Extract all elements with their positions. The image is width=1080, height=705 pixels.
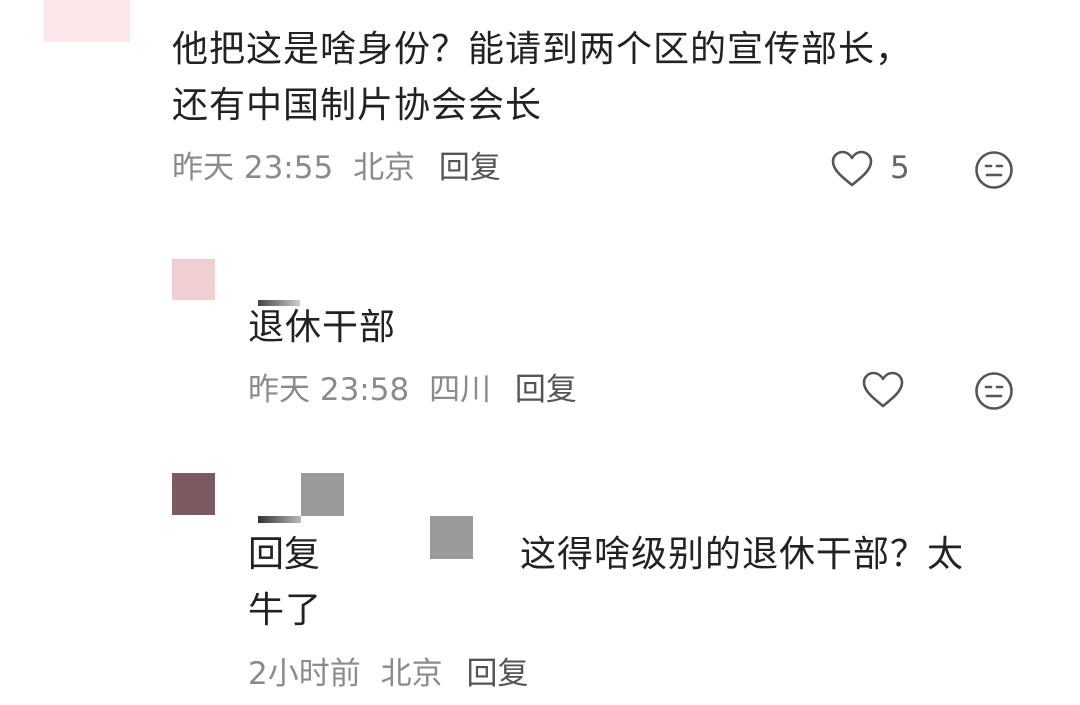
reply-button[interactable]: 回复 bbox=[466, 656, 528, 692]
comment-text-line: 还有中国制片协会会长 bbox=[172, 85, 543, 126]
reply-button[interactable]: 回复 bbox=[515, 372, 577, 408]
username-redacted bbox=[301, 473, 344, 516]
comment-text-line: 牛了 bbox=[248, 590, 323, 631]
comment-text: 退休干部 bbox=[248, 307, 397, 348]
location: 北京 bbox=[353, 150, 416, 186]
reply-button[interactable]: 回复 bbox=[439, 150, 501, 186]
timestamp: 昨天 23:58 bbox=[248, 372, 410, 408]
avatar[interactable] bbox=[44, 0, 130, 42]
heart-outline-icon[interactable] bbox=[861, 370, 905, 410]
comment-text-line: 这得啥级别的退休干部？太 bbox=[520, 534, 965, 575]
comment-meta: 昨天 23:55 北京 回复 bbox=[172, 148, 501, 188]
comment-text-line: 他把这是啥身份？能请到两个区的宣传部长， bbox=[172, 29, 913, 70]
heart-outline-icon[interactable] bbox=[830, 149, 874, 189]
location: 四川 bbox=[429, 372, 492, 408]
location: 北京 bbox=[380, 656, 443, 692]
timestamp: 2小时前 bbox=[248, 656, 361, 692]
neutral-face-icon[interactable] bbox=[974, 150, 1014, 190]
avatar[interactable] bbox=[172, 473, 215, 515]
username-redacted bbox=[258, 516, 301, 523]
avatar[interactable] bbox=[172, 259, 215, 300]
like-count: 5 bbox=[890, 150, 910, 186]
neutral-face-icon[interactable] bbox=[974, 371, 1014, 411]
comment-text: 他把这是啥身份？能请到两个区的宣传部长， 还有中国制片协会会长 bbox=[172, 22, 912, 134]
reply-prefix: 回复 bbox=[248, 534, 321, 575]
timestamp: 昨天 23:55 bbox=[172, 150, 334, 186]
comment-meta: 昨天 23:58 四川 回复 bbox=[248, 370, 577, 410]
comment-meta: 2小时前 北京 回复 bbox=[248, 654, 528, 694]
mention-redacted bbox=[430, 516, 473, 559]
